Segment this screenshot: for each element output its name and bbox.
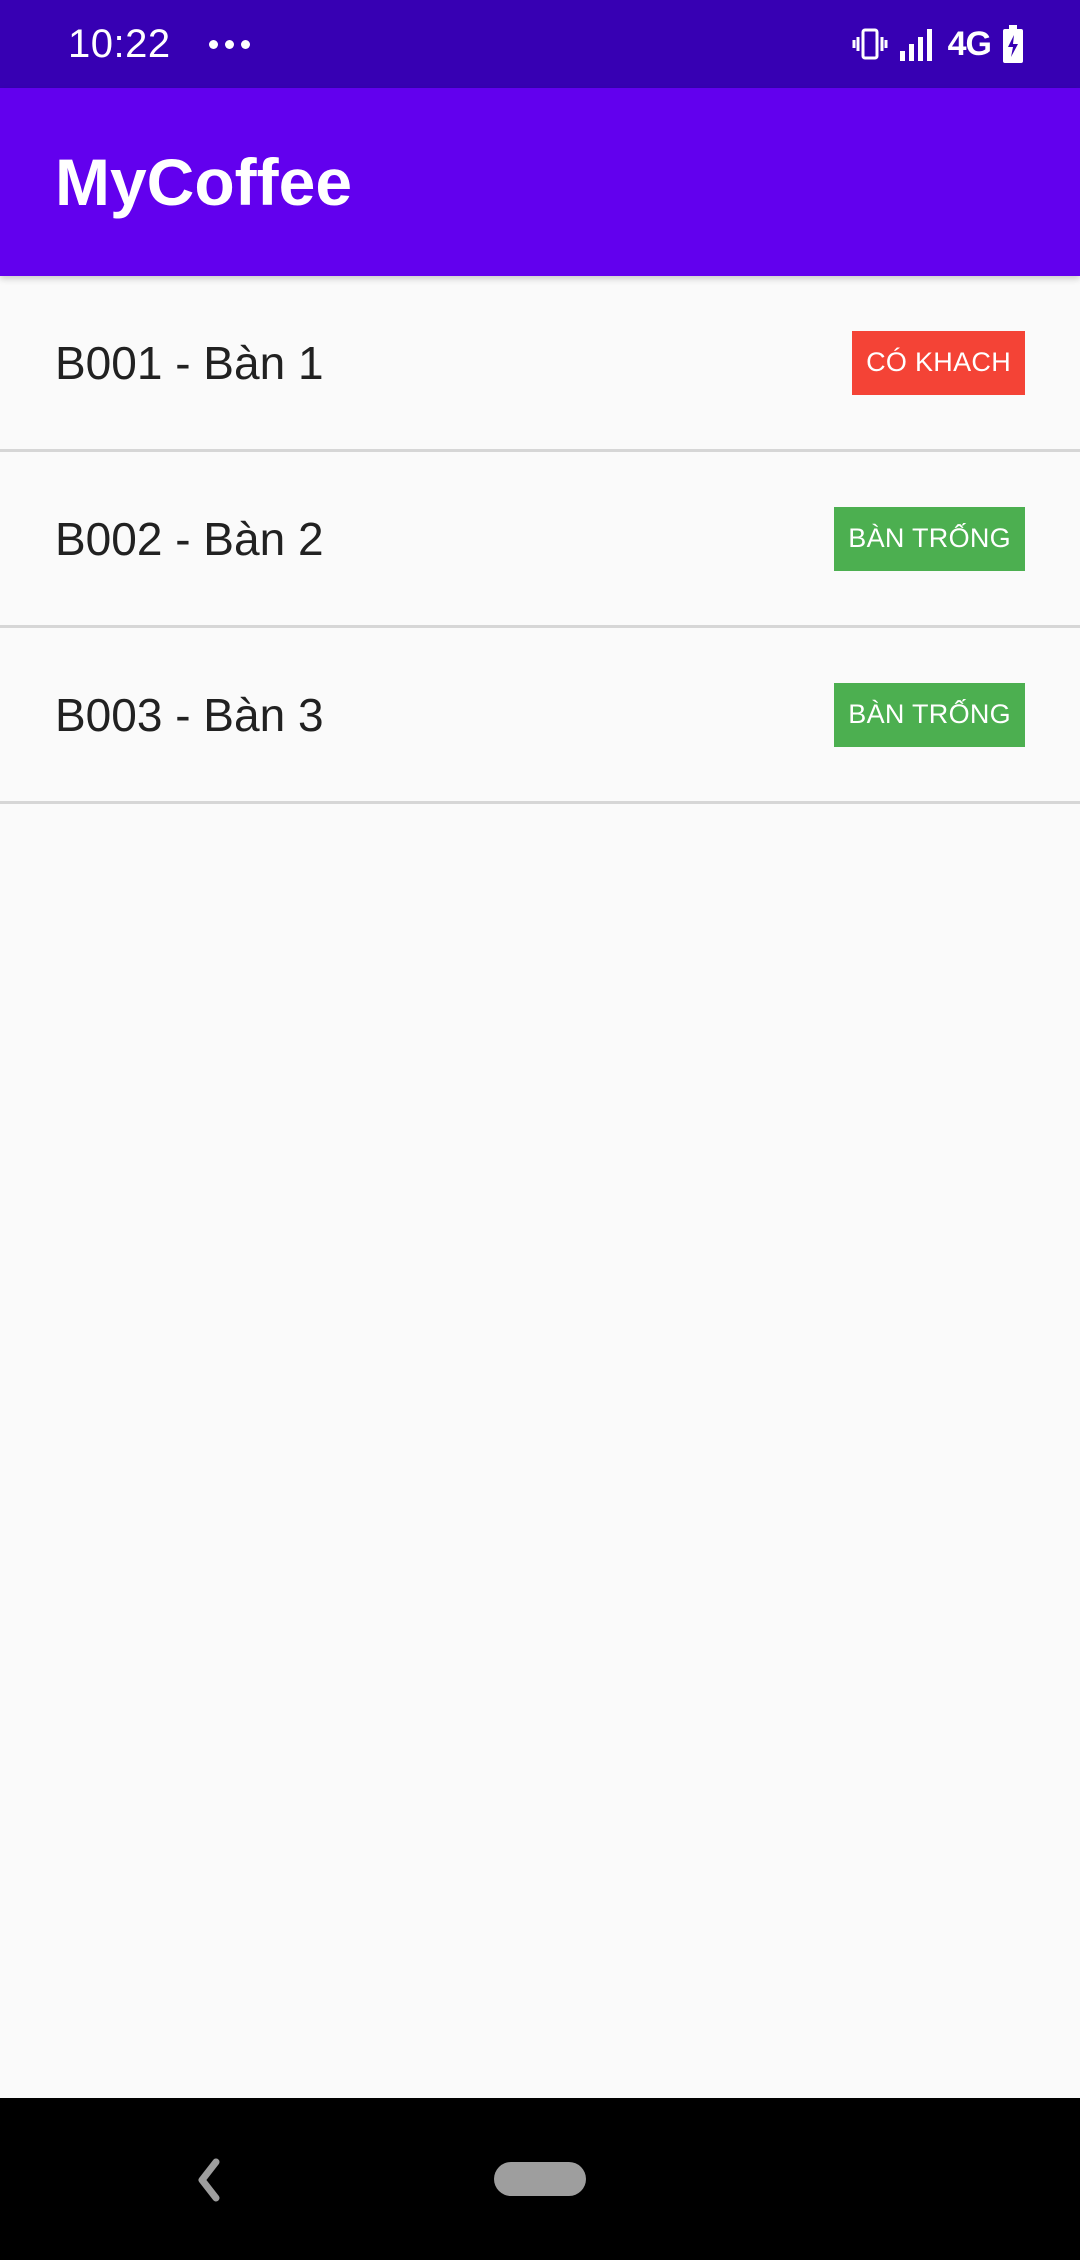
signal-icon [899, 29, 932, 61]
status-icons: 4G [852, 24, 1025, 64]
table-label: B002 - Bàn 2 [55, 512, 324, 565]
status-badge: CÓ KHACH [852, 330, 1025, 395]
list-item[interactable]: B003 - Bàn 3 BÀN TRỐNG [0, 628, 1080, 804]
network-type: 4G [947, 24, 992, 63]
table-label: B001 - Bàn 1 [55, 336, 324, 389]
list-item[interactable]: B002 - Bàn 2 BÀN TRỐNG [0, 452, 1080, 628]
status-badge: BÀN TRỐNG [834, 682, 1025, 747]
table-label: B003 - Bàn 3 [55, 688, 324, 741]
home-pill-icon[interactable] [494, 2162, 586, 2196]
navigation-bar [0, 2098, 1080, 2260]
app-bar: MyCoffee [0, 88, 1080, 276]
list-item[interactable]: B001 - Bàn 1 CÓ KHACH [0, 276, 1080, 452]
table-list: B001 - Bàn 1 CÓ KHACH B002 - Bàn 2 BÀN T… [0, 276, 1080, 804]
status-bar: 10:22 4G [0, 0, 1080, 88]
more-dots-icon [208, 39, 250, 49]
back-icon[interactable] [188, 2150, 228, 2210]
status-badge: BÀN TRỐNG [834, 506, 1025, 571]
vibrate-icon [852, 28, 888, 60]
status-time: 10:22 [68, 21, 171, 66]
battery-charging-icon [1003, 25, 1023, 63]
app-title: MyCoffee [55, 145, 353, 219]
